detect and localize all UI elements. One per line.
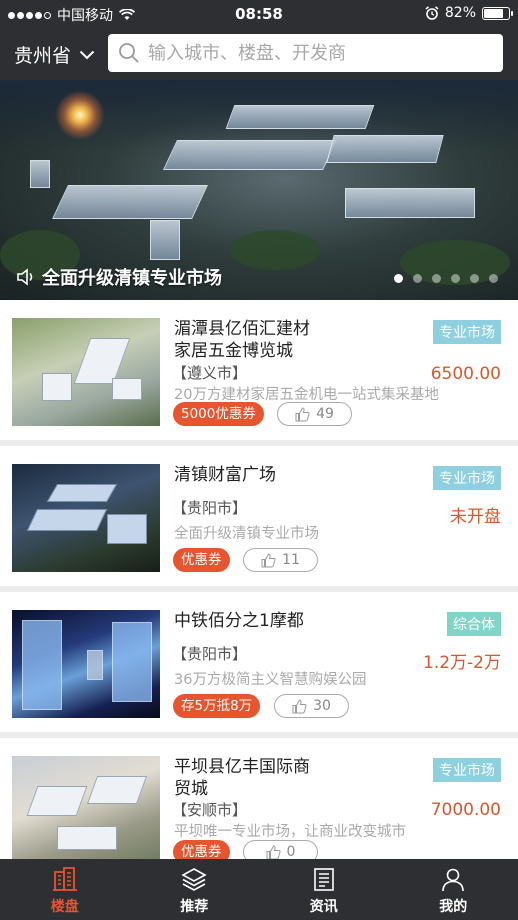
listing-title: 湄潭县亿佰汇建材 家居五金博览城 [174,319,310,361]
category-tag: 专业市场 [433,320,501,344]
listing-city: 【安顺市】 [172,801,248,819]
tab-label: 资讯 [309,899,338,915]
listing-thumbnail [12,464,160,572]
bottom-tab-bar: 楼盘 推荐 资讯 我的 [0,859,518,920]
banner-caption-text: 全面升级清镇专业市场 [42,268,222,289]
pager-dot[interactable] [470,274,479,283]
category-tag: 专业市场 [433,758,501,782]
search-input[interactable] [148,42,488,64]
coupon-button[interactable]: 优惠券 [173,548,230,572]
listing-price: 6500.00 [430,364,501,384]
listing-list: 湄潭县亿佰汇建材 家居五金博览城 专业市场 6500.00 【遵义市】 20万方… [0,300,518,884]
coupon-button[interactable]: 5000优惠券 [173,402,264,426]
listing-city: 【贵阳市】 [172,645,248,663]
like-button[interactable]: 30 [274,694,349,718]
tab-mine[interactable]: 我的 [389,859,518,920]
news-icon [313,868,334,891]
category-tag: 专业市场 [433,466,501,490]
person-icon [442,868,465,892]
search-icon [119,43,139,63]
app-header: 贵州省 [0,28,518,80]
like-button[interactable]: 11 [243,548,318,572]
listing-thumbnail [12,318,160,426]
listing-thumbnail [12,610,160,718]
thumbs-up-icon [295,406,310,421]
like-button[interactable]: 49 [277,402,352,426]
building-icon [52,867,77,891]
tab-label: 推荐 [180,899,209,915]
banner-pager [394,274,498,283]
battery-icon [482,6,513,20]
chevron-down-icon [79,50,95,59]
thumbs-up-icon [266,844,281,859]
listing-title: 平坝县亿丰国际商 贸城 [174,757,310,799]
like-count: 11 [282,552,300,568]
status-bar: 中国移动 08:58 82% [0,0,518,28]
status-right: 82% [425,5,513,21]
coupon-button[interactable]: 存5万抵8万 [173,694,261,718]
like-count: 0 [286,844,296,860]
listing-title: 中铁佰分之1摩都 [174,611,304,631]
thumbs-up-icon [261,552,276,567]
thumbs-up-icon [292,698,307,713]
like-count: 30 [313,698,331,714]
listing-description: 20万方建材家居五金机电一站式集采基地 [174,387,439,403]
province-selector[interactable]: 贵州省 [14,41,95,68]
tab-buildings[interactable]: 楼盘 [0,859,130,920]
alarm-icon [425,6,439,20]
listing-thumbnail [12,756,160,864]
tab-recommend[interactable]: 推荐 [130,859,260,920]
promo-banner[interactable]: 全面升级清镇专业市场 [0,80,518,300]
search-bar[interactable] [108,34,503,72]
listing-price: 1.2万-2万 [423,653,501,673]
like-count: 49 [316,406,334,422]
tab-news[interactable]: 资讯 [259,859,389,920]
listing-description: 平坝唯一专业市场，让商业改变城市 [174,824,406,840]
listing-title: 清镇财富广场 [174,465,276,485]
list-item[interactable]: 中铁佰分之1摩都 综合体 1.2万-2万 【贵阳市】 36万方极简主义智慧购娱公… [0,592,518,738]
province-label: 贵州省 [14,45,72,67]
pager-dot[interactable] [413,274,422,283]
listing-city: 【遵义市】 [172,364,248,382]
list-item[interactable]: 清镇财富广场 专业市场 未开盘 【贵阳市】 全面升级清镇专业市场 优惠券 11 [0,446,518,592]
listing-price: 未开盘 [450,507,501,527]
listing-description: 36万方极简主义智慧购娱公园 [174,672,367,688]
listing-description: 全面升级清镇专业市场 [174,526,319,542]
pager-dot[interactable] [394,274,403,283]
tab-label: 我的 [439,899,468,915]
listing-price: 7000.00 [430,800,501,820]
pager-dot[interactable] [432,274,441,283]
tab-label: 楼盘 [50,899,79,915]
battery-percent: 82% [444,5,476,21]
pager-dot[interactable] [489,274,498,283]
list-item[interactable]: 湄潭县亿佰汇建材 家居五金博览城 专业市场 6500.00 【遵义市】 20万方… [0,300,518,446]
pager-dot[interactable] [451,274,460,283]
firework-image [55,90,105,140]
banner-caption: 全面升级清镇专业市场 [16,264,222,290]
listing-city: 【贵阳市】 [172,499,248,517]
speaker-icon [17,268,33,286]
layers-icon [181,868,207,891]
category-tag: 综合体 [447,612,501,636]
